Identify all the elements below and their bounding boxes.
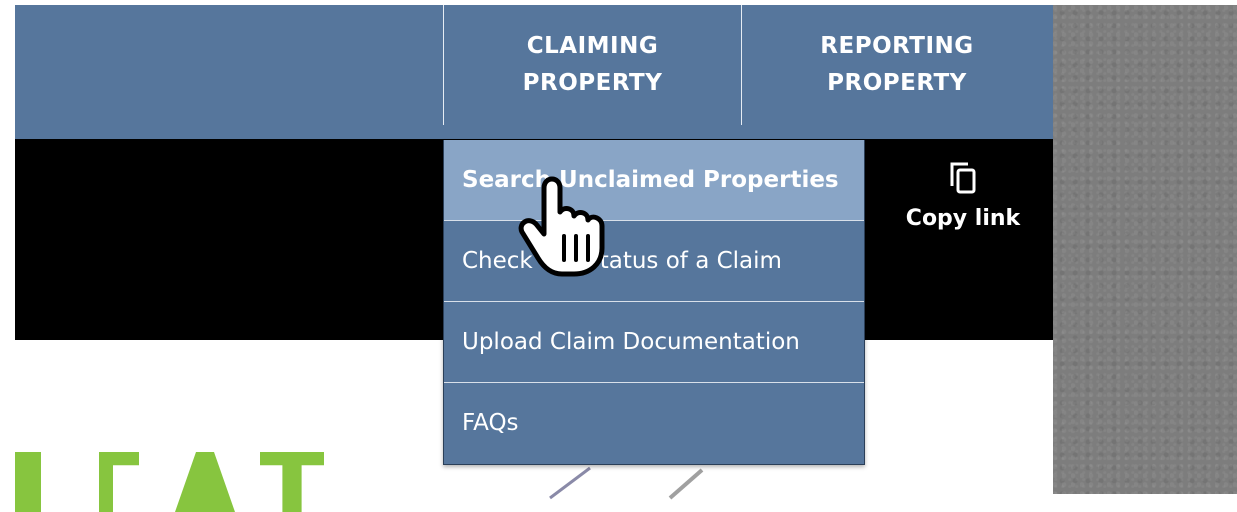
copy-icon: [950, 162, 976, 194]
nav-claiming-property[interactable]: CLAIMING PROPERTY: [443, 5, 742, 125]
hero-letter-fragment-4: [260, 452, 324, 512]
nav-claiming-line2: PROPERTY: [522, 70, 663, 96]
copy-link-label: Copy link: [905, 206, 1021, 231]
decorative-graphic: [549, 466, 704, 500]
dropdown-item-check-status[interactable]: Check the Status of a Claim: [444, 221, 864, 302]
copy-link-button[interactable]: Copy link: [893, 160, 1033, 231]
dropdown-item-search-unclaimed[interactable]: Search Unclaimed Properties: [444, 140, 864, 221]
dropdown-item-faqs[interactable]: FAQs: [444, 383, 864, 463]
left-margin: [0, 0, 15, 494]
hero-letter-fragment-3: [175, 452, 235, 512]
nav-reporting-line2: PROPERTY: [827, 70, 967, 96]
nav-reporting-line1: REPORTING: [820, 33, 974, 59]
hero-letter-fragment-2: [99, 452, 139, 512]
claiming-property-dropdown: Search Unclaimed Properties Check the St…: [443, 140, 865, 465]
nav-claiming-line1: CLAIMING: [526, 33, 659, 59]
background-texture: [1053, 5, 1237, 494]
dropdown-item-upload-documentation[interactable]: Upload Claim Documentation: [444, 302, 864, 383]
main-navbar: CLAIMING PROPERTY REPORTING PROPERTY: [15, 5, 1053, 139]
nav-reporting-property[interactable]: REPORTING PROPERTY: [741, 5, 1053, 125]
hero-letter-fragment-1: [15, 452, 41, 512]
